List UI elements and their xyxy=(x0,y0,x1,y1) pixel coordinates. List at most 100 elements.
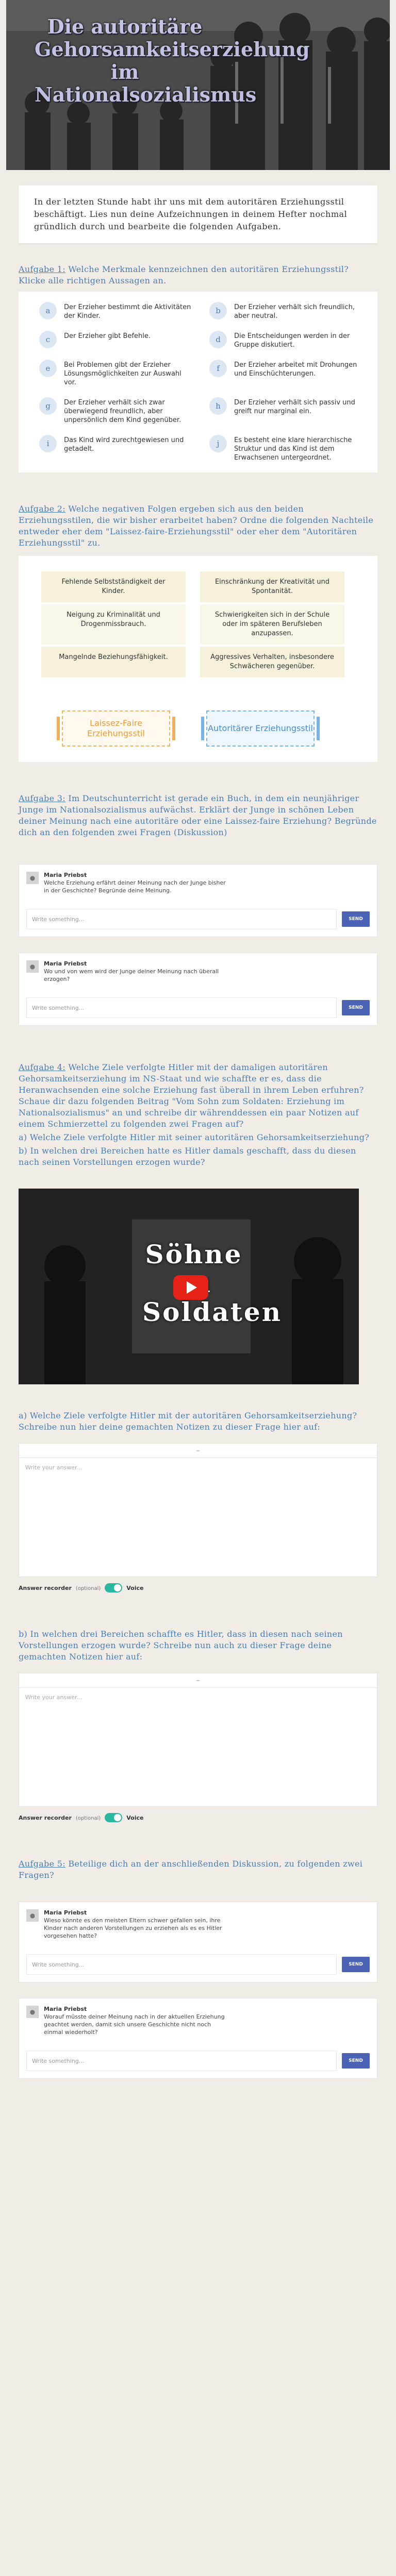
answer-b-editor[interactable]: – Write your answer... xyxy=(19,1673,377,1807)
task-1-options: a Der Erzieher bestimmt die Aktivitäten d… xyxy=(19,292,377,472)
option-text: Bei Problemen gibt der Erzieher Lösungsm… xyxy=(64,361,182,386)
play-icon[interactable] xyxy=(173,1275,208,1300)
hero-title: Die autoritäre Gehorsamkeitserziehung im… xyxy=(35,15,310,106)
page: Die autoritäre Gehorsamkeitserziehung im… xyxy=(0,0,396,2120)
avatar: ● xyxy=(26,872,39,884)
answer-a-input[interactable]: Write your answer... xyxy=(19,1458,377,1577)
task-3-question: Im Deutschunterricht ist gerade ein Buch… xyxy=(19,793,377,837)
option-h[interactable]: h Der Erzieher verhält sich passiv und gr… xyxy=(209,397,364,425)
comment-text: Wieso könnte es den meisten Eltern schwe… xyxy=(44,1917,222,1939)
comment-text: Wo und von wem wird der Junge deiner Mei… xyxy=(44,968,219,982)
discussion-thread-1: ● Maria Priebst Welche Erziehung erfährt… xyxy=(19,864,377,937)
comment-input[interactable]: Write something... xyxy=(26,2050,337,2071)
editor-toolbar: – xyxy=(19,1673,377,1688)
recorder-label: Answer recorder xyxy=(19,1584,72,1591)
option-d[interactable]: d Die Entscheidungen werden in der Gruppe… xyxy=(209,331,364,349)
option-a[interactable]: a Der Erzieher bestimmt die Aktivitäten d… xyxy=(39,302,194,320)
task-3-label: Aufgabe 3: xyxy=(19,793,65,803)
task-1-label: Aufgabe 1: xyxy=(19,264,65,274)
task-5-label: Aufgabe 5: xyxy=(19,1859,65,1869)
comment-text: Worauf müsste deiner Meinung nach in der… xyxy=(44,2013,225,2036)
comment-author: Maria Priebst xyxy=(44,960,87,967)
voice-label: Voice xyxy=(126,1584,144,1591)
sort-item[interactable]: Mangelnde Beziehungsfähigkeit. xyxy=(41,647,186,680)
answer-recorder-a: Answer recorder (optional) Voice xyxy=(19,1583,377,1592)
optional-tag: (optional) xyxy=(75,1585,101,1591)
option-letter: j xyxy=(209,435,227,452)
answer-b-input[interactable]: Write your answer... xyxy=(19,1688,377,1806)
option-text: Der Erzieher bestimmt die Aktivitäten de… xyxy=(64,303,191,320)
option-text: Es besteht eine klare hierarchische Stru… xyxy=(234,436,352,462)
option-text: Der Erzieher arbeitet mit Drohungen und … xyxy=(234,361,357,378)
voice-label: Voice xyxy=(126,1814,144,1821)
option-letter: d xyxy=(209,331,227,348)
sort-item[interactable]: Schwierigkeiten sich in der Schule oder … xyxy=(200,604,344,647)
sort-item[interactable]: Fehlende Selbstständigkeit der Kinder. xyxy=(41,571,186,604)
send-button[interactable]: SEND xyxy=(342,2053,370,2069)
option-text: Der Erzieher verhält sich zwar überwiege… xyxy=(64,399,182,424)
voice-toggle[interactable] xyxy=(105,1583,123,1592)
comment-text: Welche Erziehung erfährt deiner Meinung … xyxy=(44,879,226,894)
discussion-thread-2: ● Maria Priebst Wo und von wem wird der … xyxy=(19,953,377,1026)
intro-text: In der letzten Stunde habt ihr uns mit d… xyxy=(19,185,377,243)
option-b[interactable]: b Der Erzieher verhält sich freundlich, a… xyxy=(209,302,364,320)
option-g[interactable]: g Der Erzieher verhält sich zwar überwieg… xyxy=(39,397,194,425)
option-i[interactable]: i Das Kind wird zurechtgewiesen und getad… xyxy=(39,435,194,462)
option-f[interactable]: f Der Erzieher arbeitet mit Drohungen und… xyxy=(209,360,364,387)
option-text: Der Erzieher verhält sich freundlich, ab… xyxy=(234,303,355,320)
option-text: Die Entscheidungen werden in der Gruppe … xyxy=(234,332,350,349)
sorting-exercise: Fehlende Selbstständigkeit der Kinder. E… xyxy=(19,556,377,762)
sort-item[interactable]: Einschränkung der Kreativität und Sponta… xyxy=(200,571,344,604)
drop-zone-autoritaer[interactable]: Autoritärer Erziehungsstil xyxy=(201,710,320,747)
comment-input[interactable]: Write something... xyxy=(26,997,337,1018)
recorder-label: Answer recorder xyxy=(19,1814,72,1821)
drop-zone-laissez-faire[interactable]: Laissez-Faire Erziehungsstil xyxy=(57,710,175,747)
avatar: ● xyxy=(26,2006,39,2018)
task-2-question: Welche negativen Folgen ergeben sich aus… xyxy=(19,504,374,548)
comment-author: Maria Priebst xyxy=(44,872,87,878)
answer-a-editor[interactable]: – Write your answer... xyxy=(19,1443,377,1577)
option-text: Das Kind wird zurechtgewiesen und getade… xyxy=(64,436,184,453)
comment-author: Maria Priebst xyxy=(44,2006,87,2012)
answer-b-question: b) In welchen drei Bereichen schaffte es… xyxy=(19,1629,343,1662)
option-letter: i xyxy=(39,435,57,452)
comment-input[interactable]: Write something... xyxy=(26,1954,337,1975)
discussion-thread-4: ● Maria Priebst Worauf müsste deiner Mei… xyxy=(19,1998,377,2079)
avatar: ● xyxy=(26,1909,39,1922)
task-4-question: Welche Ziele verfolgte Hitler mit der da… xyxy=(19,1062,364,1129)
video-player[interactable]: Söhne zu Soldaten xyxy=(19,1189,359,1384)
discussion-thread-3: ● Maria Priebst Wieso könnte es den meis… xyxy=(19,1902,377,1982)
task-5-question: Beteilige dich an der anschließenden Dis… xyxy=(19,1859,363,1880)
task-4-question-b: b) In welchen drei Bereichen hatte es Hi… xyxy=(19,1146,356,1167)
comment-author: Maria Priebst xyxy=(44,1909,87,1916)
task-1-title: Aufgabe 1: Welche Merkmale kennzeichnen … xyxy=(19,264,377,286)
send-button[interactable]: SEND xyxy=(342,1957,370,1972)
editor-toolbar: – xyxy=(19,1444,377,1458)
answer-recorder-b: Answer recorder (optional) Voice xyxy=(19,1813,377,1822)
comment-input[interactable]: Write something... xyxy=(26,909,337,929)
option-letter: f xyxy=(209,360,227,377)
avatar: ● xyxy=(26,960,39,973)
send-button[interactable]: SEND xyxy=(342,1000,370,1015)
sort-item[interactable]: Aggressives Verhalten, insbesondere Schw… xyxy=(200,647,344,680)
optional-tag: (optional) xyxy=(75,1815,101,1821)
option-text: Der Erzieher gibt Befehle. xyxy=(64,332,151,340)
voice-toggle[interactable] xyxy=(105,1813,123,1822)
option-c[interactable]: c Der Erzieher gibt Befehle. xyxy=(39,331,194,349)
option-e[interactable]: e Bei Problemen gibt der Erzieher Lösungs… xyxy=(39,360,194,387)
option-j[interactable]: j Es besteht eine klare hierarchische Str… xyxy=(209,435,364,462)
send-button[interactable]: SEND xyxy=(342,911,370,927)
option-letter: g xyxy=(39,397,57,415)
option-letter: h xyxy=(209,397,227,415)
option-letter: a xyxy=(39,302,57,319)
option-letter: e xyxy=(39,360,57,377)
sort-item[interactable]: Neigung zu Kriminalität und Drogenmissbr… xyxy=(41,604,186,647)
task-1-question: Welche Merkmale kennzeichnen den autorit… xyxy=(19,264,349,285)
option-text: Der Erzieher verhält sich passiv und gre… xyxy=(234,399,355,415)
task-4-question-a: a) Welche Ziele verfolgte Hitler mit sei… xyxy=(19,1132,370,1142)
task-2-label: Aufgabe 2: xyxy=(19,504,65,514)
task-4-label: Aufgabe 4: xyxy=(19,1062,65,1072)
hero-banner: Die autoritäre Gehorsamkeitserziehung im… xyxy=(6,0,390,170)
option-letter: b xyxy=(209,302,227,319)
answer-a-question: a) Welche Ziele verfolgte Hitler mit der… xyxy=(19,1411,357,1432)
